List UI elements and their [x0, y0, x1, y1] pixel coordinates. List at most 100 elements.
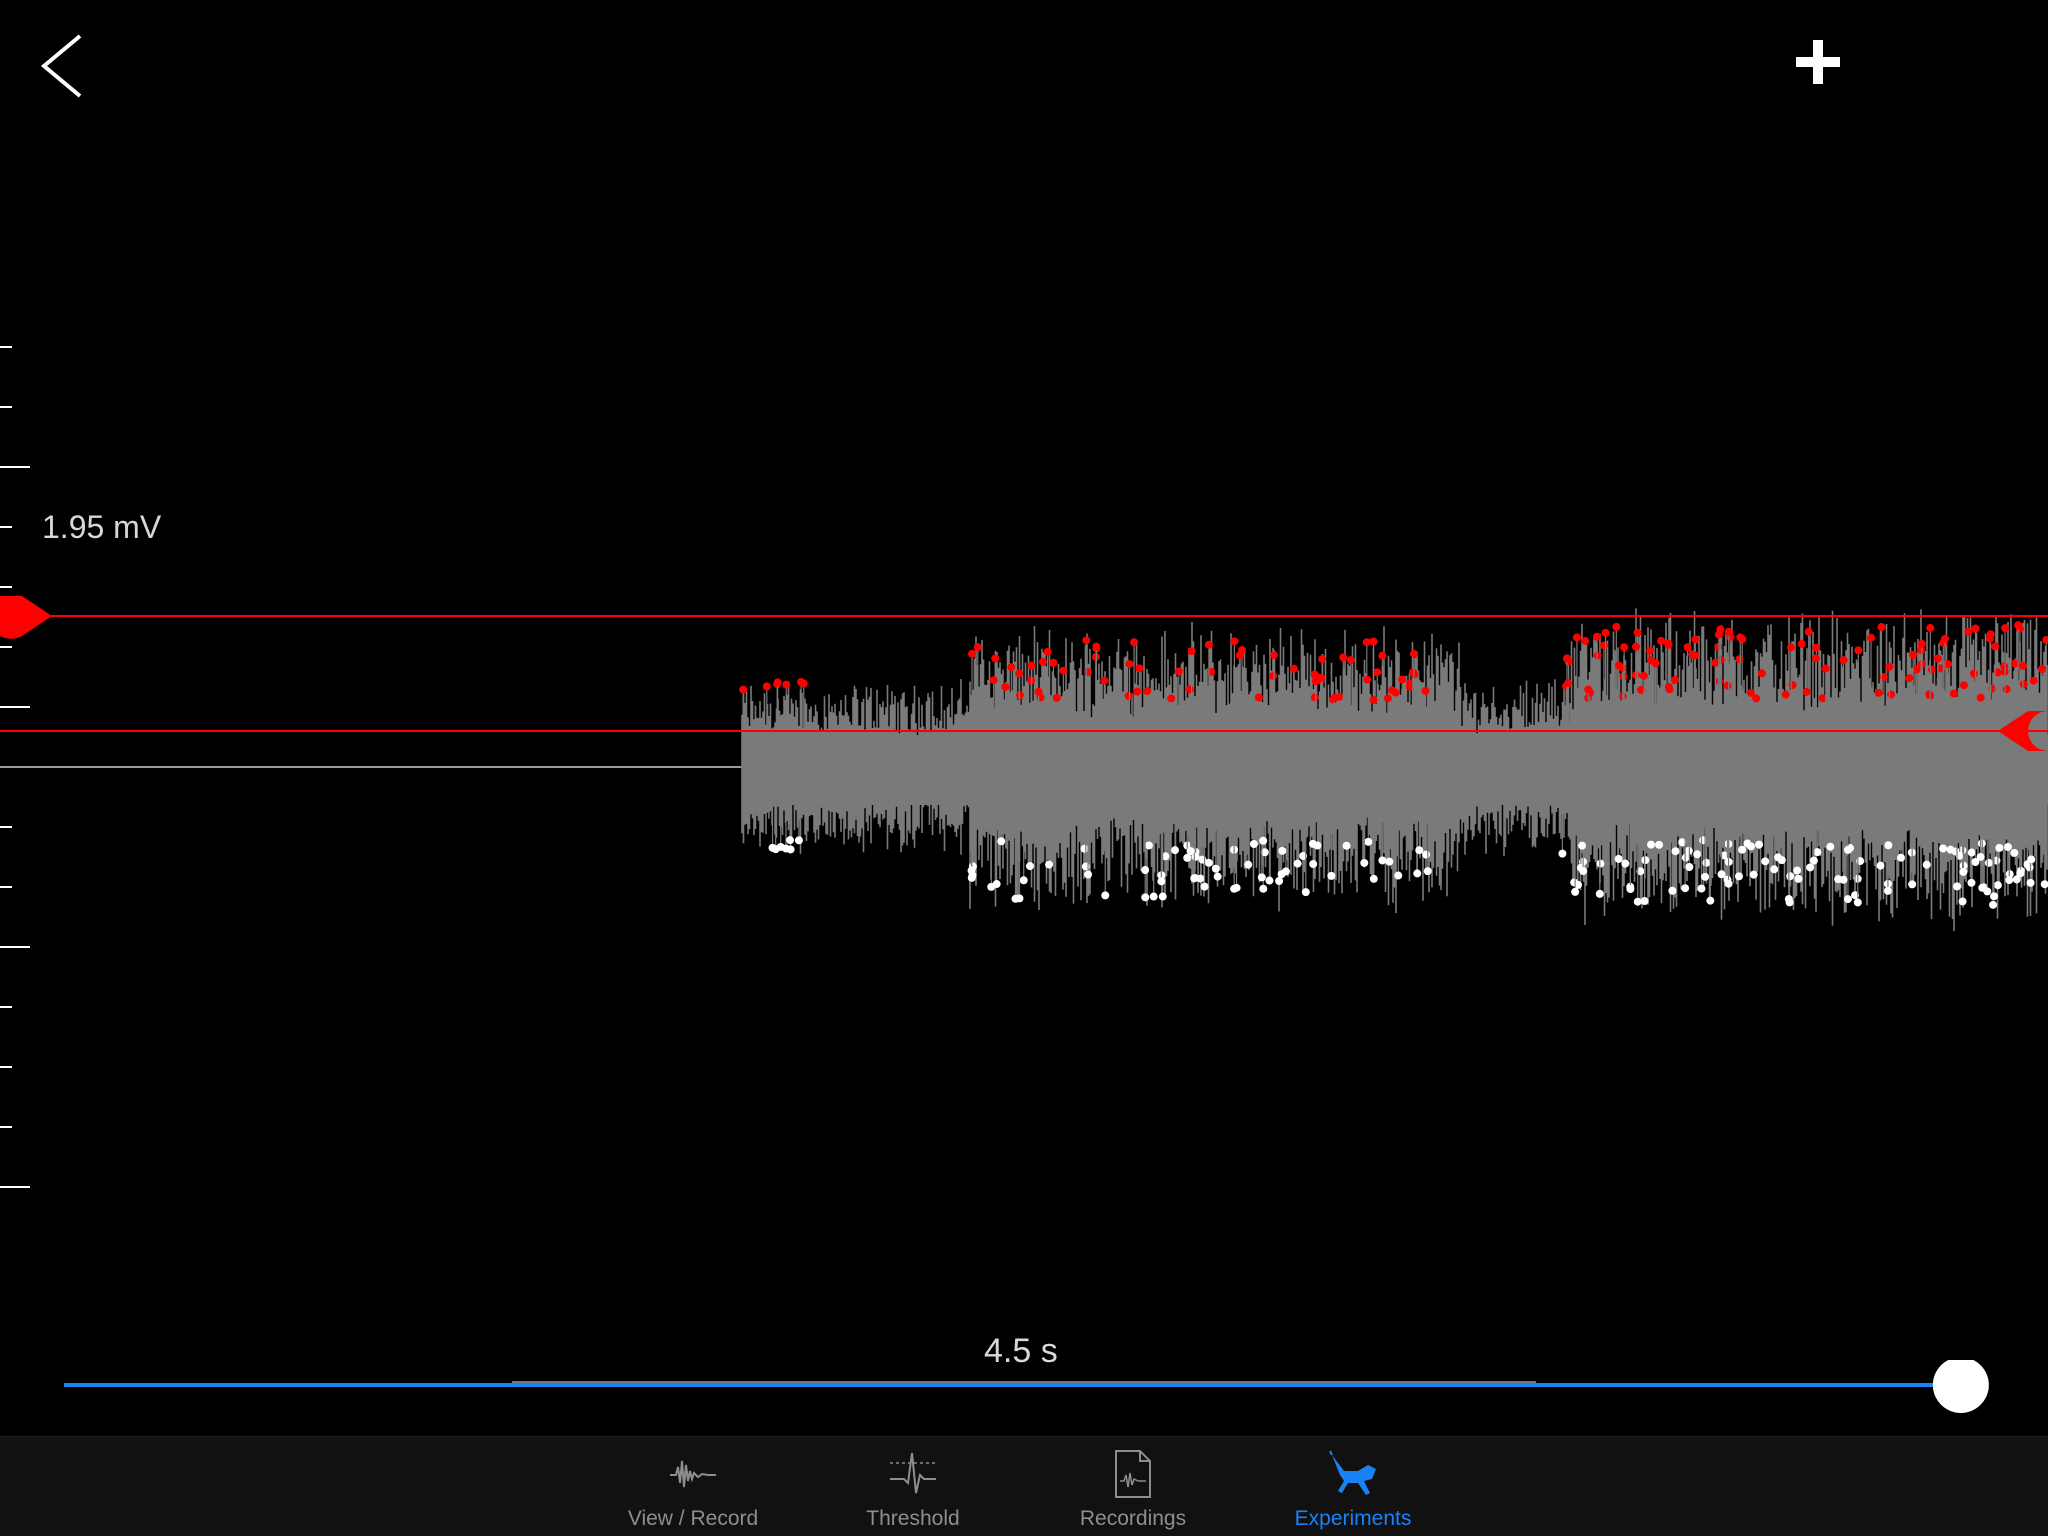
waveform-scope[interactable]	[0, 0, 2048, 1300]
spike-marker-high	[1130, 638, 1139, 647]
spike-marker-low	[794, 836, 803, 845]
spike-marker-low	[1327, 871, 1336, 880]
spike-marker-low	[1717, 870, 1726, 879]
spike-marker-low	[771, 845, 780, 854]
spike-marker-high	[1082, 636, 1091, 645]
spike-marker-low	[1369, 874, 1378, 883]
tab-view-record[interactable]: View / Record	[603, 1437, 783, 1536]
spike-marker-low	[967, 873, 976, 882]
spike-marker-high	[1383, 694, 1392, 703]
spike-marker-high	[2019, 680, 2028, 689]
timeline-slider[interactable]	[0, 1360, 2048, 1420]
spike-marker-low	[1101, 891, 1110, 900]
tab-view-record-label: View / Record	[627, 1507, 759, 1530]
tab-threshold-label: Threshold	[866, 1507, 960, 1530]
spike-marker-low	[1747, 842, 1756, 851]
spike-marker-low	[2016, 869, 2025, 878]
spike-marker-high	[989, 676, 998, 685]
spike-marker-low	[1738, 845, 1747, 854]
spike-marker-high	[1339, 653, 1348, 662]
spike-marker-high	[1270, 651, 1279, 660]
spike-marker-high	[1135, 664, 1144, 673]
spike-marker-high	[1714, 630, 1723, 639]
spike-marker-high	[1174, 667, 1183, 676]
spike-marker-low	[1293, 859, 1302, 868]
spike-marker-low	[1595, 889, 1604, 898]
spike-marker-low	[1211, 864, 1220, 873]
spike-marker-high	[1969, 669, 1978, 678]
spike-marker-high	[1959, 681, 1968, 690]
spike-marker-low	[1579, 867, 1588, 876]
spike-marker-low	[1413, 869, 1422, 878]
spike-marker-high	[968, 649, 977, 658]
spike-marker-high	[1664, 640, 1673, 649]
spike-marker-low	[1876, 861, 1885, 870]
spike-marker-high	[1917, 639, 1926, 648]
spike-marker-low	[1141, 893, 1150, 902]
spike-marker-high	[1867, 633, 1876, 642]
tab-experiments[interactable]: Experiments	[1263, 1437, 1443, 1536]
spike-marker-low	[1084, 870, 1093, 879]
spike-marker-high	[1802, 687, 1811, 696]
spike-marker-high	[1821, 664, 1830, 673]
spike-marker-high	[1187, 647, 1196, 656]
spike-marker-low	[967, 866, 976, 875]
spike-marker-low	[1313, 841, 1322, 850]
spike-marker-high	[1811, 654, 1820, 663]
spike-marker-low	[1794, 874, 1803, 883]
spike-marker-high	[1007, 663, 1016, 672]
spike-marker-low	[1158, 892, 1167, 901]
spike-marker-low	[1342, 841, 1351, 850]
spike-marker-low	[1668, 886, 1677, 895]
spike-marker-high	[1310, 693, 1319, 702]
spike-marker-low	[1978, 883, 1987, 892]
spike-marker-low	[1558, 849, 1567, 858]
spike-marker-low	[1364, 837, 1373, 846]
spike-marker-low	[1884, 841, 1893, 850]
spike-marker-low	[1685, 862, 1694, 871]
spike-marker-low	[1813, 848, 1822, 857]
spike-marker-low	[1144, 841, 1153, 850]
spike-marker-high	[1912, 665, 1921, 674]
spike-marker-low	[1843, 895, 1852, 904]
spike-marker-low	[1171, 846, 1180, 855]
spike-marker-high	[2014, 621, 2023, 630]
timeline-knob[interactable]	[1932, 1360, 1989, 1413]
spike-marker-high	[1398, 675, 1407, 684]
spike-marker-low	[1578, 841, 1587, 850]
spike-marker-low	[1806, 863, 1815, 872]
spike-marker-high	[1651, 659, 1660, 668]
spike-marker-low	[1693, 850, 1702, 859]
spike-marker-low	[1025, 862, 1034, 871]
spike-marker-high	[1633, 628, 1642, 637]
spike-marker-high	[1639, 671, 1648, 680]
spike-marker-high	[1235, 651, 1244, 660]
spike-marker-high	[1318, 655, 1327, 664]
spike-marker-high	[1584, 685, 1593, 694]
spike-marker-high	[1027, 661, 1036, 670]
spike-marker-low	[1809, 856, 1818, 865]
spike-marker-high	[1391, 688, 1400, 697]
threshold-spike-icon	[890, 1452, 936, 1494]
spike-marker-high	[1311, 676, 1320, 685]
spike-marker-high	[1724, 627, 1733, 636]
tab-threshold[interactable]: Threshold	[823, 1437, 1003, 1536]
spike-marker-high	[2018, 661, 2027, 670]
upper-threshold-handle[interactable]	[0, 596, 52, 639]
spike-marker-low	[1958, 897, 1967, 906]
spike-marker-high	[1839, 656, 1848, 665]
spike-marker-low	[1641, 856, 1650, 865]
spike-marker-high	[1723, 681, 1732, 690]
spike-marker-high	[1612, 622, 1621, 631]
spike-marker-low	[2026, 878, 2035, 887]
spike-marker-high	[1618, 663, 1627, 672]
spike-marker-low	[1761, 857, 1770, 866]
spike-marker-low	[1633, 897, 1642, 906]
tab-recordings[interactable]: Recordings	[1043, 1437, 1223, 1536]
spike-marker-high	[1373, 668, 1382, 677]
spike-marker-high	[1683, 643, 1692, 652]
spike-marker-low	[1626, 884, 1635, 893]
spike-marker-high	[1991, 642, 2000, 651]
spike-marker-high	[1804, 627, 1813, 636]
spike-marker-low	[1697, 884, 1706, 893]
